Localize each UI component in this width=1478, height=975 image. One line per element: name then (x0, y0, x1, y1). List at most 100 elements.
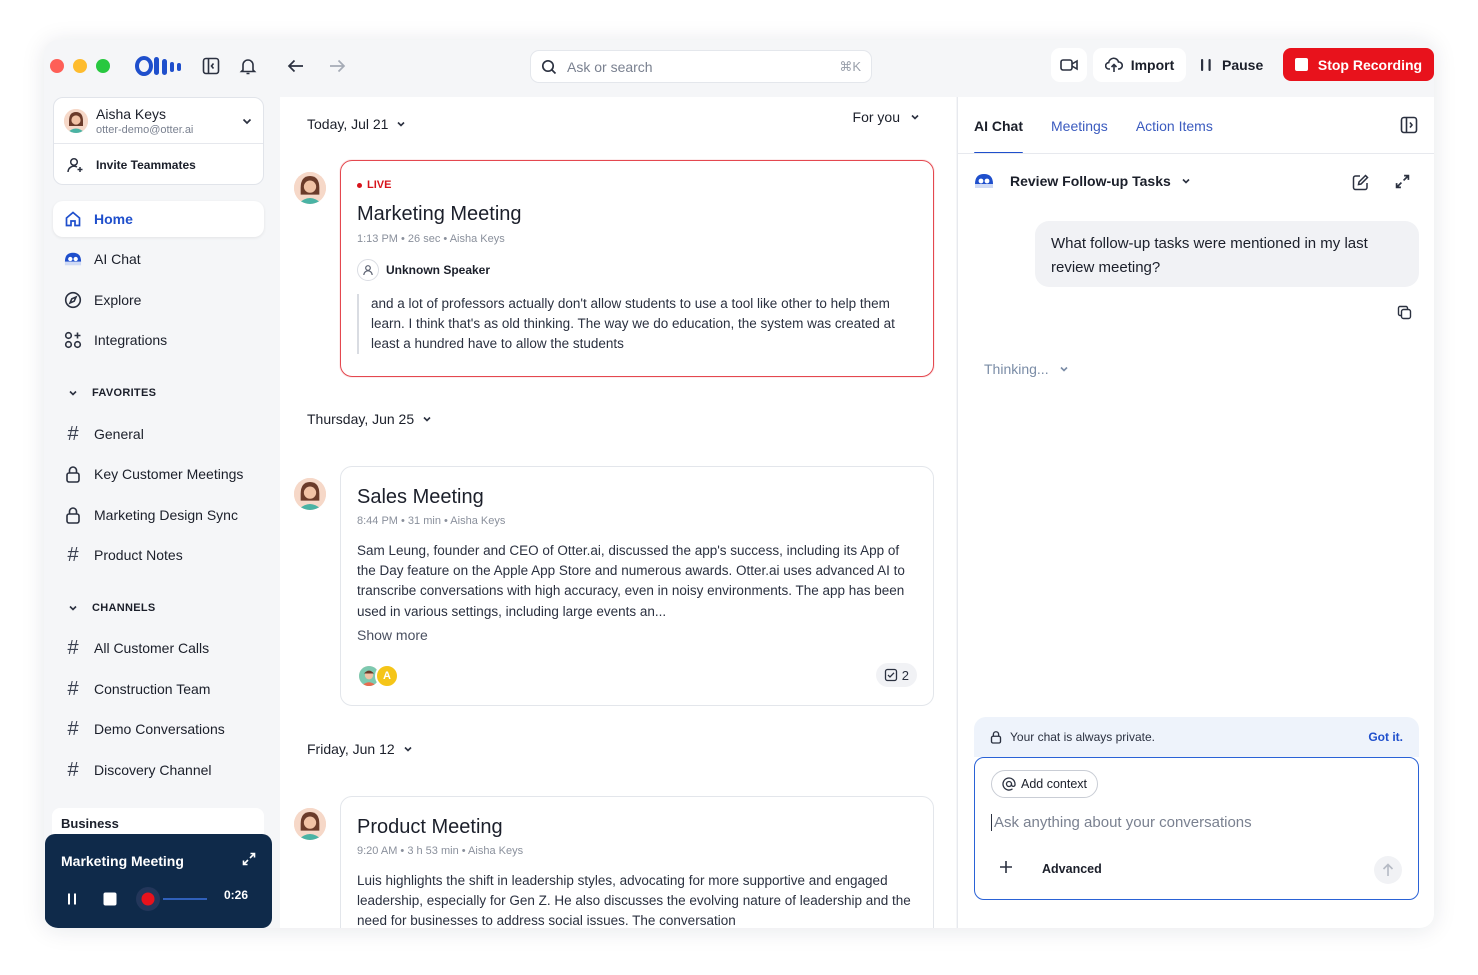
transcript-snippet: and a lot of professors actually don't a… (357, 294, 917, 354)
date-group-toggle[interactable]: Today, Jul 21 (307, 116, 406, 132)
search-input[interactable] (567, 58, 830, 75)
add-user-icon (66, 156, 84, 174)
sidebar-item-label: Explore (94, 292, 142, 308)
sidebar-item-label: Key Customer Meetings (94, 466, 244, 482)
chevron-down-icon (68, 603, 78, 613)
sidebar-item-general[interactable]: # General (53, 416, 264, 452)
meeting-meta: 1:13 PM • 26 sec • Aisha Keys (357, 233, 505, 245)
sidebar-item-construction-team[interactable]: # Construction Team (53, 671, 264, 707)
meeting-summary: Luis highlights the shift in leadership … (357, 873, 911, 928)
sidebar-item-ai-chat[interactable]: AI Chat (53, 241, 264, 277)
advanced-button[interactable]: Advanced (1042, 862, 1102, 876)
import-button[interactable]: Import (1093, 48, 1186, 82)
tab-action-items[interactable]: Action Items (1136, 97, 1213, 154)
sidebar-item-explore[interactable]: Explore (53, 282, 264, 318)
sidebar-item-all-customer-calls[interactable]: # All Customer Calls (53, 630, 264, 666)
mini-player[interactable]: Marketing Meeting 0:26 (45, 834, 272, 928)
hash-icon: # (67, 677, 79, 700)
search-icon (541, 59, 557, 75)
otter-ai-icon (974, 172, 994, 190)
app-window: ⌘K Import Pause Stop Recording Aisha Key… (44, 40, 1434, 928)
avatar (64, 108, 88, 133)
speaker-label: Unknown Speaker (357, 259, 490, 281)
chat-input[interactable] (991, 814, 1401, 831)
sidebar-item-label: Construction Team (94, 681, 211, 697)
collapse-panel-icon[interactable] (1400, 116, 1418, 134)
panel-tabs: AI Chat Meetings Action Items (974, 97, 1213, 154)
chevron-down-icon (910, 112, 920, 122)
otter-logo[interactable] (135, 55, 183, 77)
date-heading: Thursday, Jun 25 (307, 411, 415, 427)
plus-icon[interactable] (999, 860, 1013, 874)
sidebar-item-integrations[interactable]: Integrations (53, 322, 264, 358)
chevron-down-icon (1059, 364, 1069, 374)
hash-icon: # (67, 543, 79, 566)
meeting-title: Sales Meeting (357, 486, 484, 508)
close-window-button[interactable] (50, 59, 64, 73)
stop-recording-button[interactable]: Stop Recording (1283, 48, 1434, 81)
back-arrow-icon[interactable] (283, 53, 309, 79)
sidebar-item-marketing-design-sync[interactable]: Marketing Design Sync (53, 497, 264, 533)
meeting-meta: 9:20 AM • 3 h 53 min • Aisha Keys (357, 845, 524, 857)
sidebar-item-label: Product Notes (94, 547, 183, 563)
expand-icon[interactable] (242, 852, 256, 866)
player-title: Marketing Meeting (61, 853, 184, 869)
avatar (294, 478, 326, 510)
favorites-section-toggle[interactable]: FAVORITES (68, 387, 156, 399)
camera-button[interactable] (1051, 48, 1087, 82)
invite-teammates-button[interactable]: Invite Teammates (54, 144, 263, 185)
hash-icon: # (67, 636, 79, 659)
user-message: What follow-up tasks were mentioned in m… (1035, 221, 1419, 287)
sidebar-item-home[interactable]: Home (53, 201, 264, 237)
live-badge: LIVE (357, 179, 391, 191)
video-camera-icon (1060, 58, 1078, 72)
stop-icon (1294, 58, 1308, 71)
channels-section-toggle[interactable]: CHANNELS (68, 602, 156, 614)
sidebar-item-demo-conversations[interactable]: # Demo Conversations (53, 711, 264, 747)
date-group-toggle[interactable]: Friday, Jun 12 (307, 741, 413, 757)
pause-icon[interactable] (67, 893, 77, 905)
hash-icon: # (67, 717, 79, 740)
stop-icon[interactable] (103, 892, 117, 906)
sidebar-toggle-icon[interactable] (198, 53, 224, 79)
maximize-window-button[interactable] (96, 59, 110, 73)
new-chat-icon[interactable] (1352, 174, 1369, 191)
got-it-button[interactable]: Got it. (1368, 730, 1403, 744)
meeting-card[interactable]: Sales Meeting 8:44 PM • 31 min • Aisha K… (340, 466, 934, 706)
search-bar[interactable]: ⌘K (530, 50, 872, 83)
live-label: LIVE (367, 179, 392, 191)
invite-label: Invite Teammates (96, 157, 196, 172)
tab-meetings[interactable]: Meetings (1051, 97, 1108, 154)
bell-icon[interactable] (235, 53, 261, 79)
user-card: Aisha Keys otter-demo@otter.ai Invite Te… (53, 97, 264, 185)
chat-thread-selector[interactable]: Review Follow-up Tasks (974, 172, 1191, 190)
meeting-title: Product Meeting (357, 816, 503, 838)
channels-heading: CHANNELS (92, 602, 156, 614)
feed-filter-dropdown[interactable]: For you (853, 109, 920, 125)
thinking-label: Thinking... (984, 361, 1049, 377)
forward-arrow-icon[interactable] (324, 53, 350, 79)
chat-composer: Add context Advanced (974, 757, 1419, 900)
meeting-card[interactable]: Product Meeting 9:20 AM • 3 h 53 min • A… (340, 796, 934, 928)
thinking-toggle[interactable]: Thinking... (984, 361, 1069, 377)
tab-ai-chat[interactable]: AI Chat (974, 97, 1023, 154)
date-group-toggle[interactable]: Thursday, Jun 25 (307, 411, 432, 427)
show-more-link[interactable]: Show more (357, 627, 428, 643)
player-time: 0:26 (223, 888, 248, 902)
sidebar-item-product-notes[interactable]: # Product Notes (53, 537, 264, 573)
sidebar-item-key-customer-meetings[interactable]: Key Customer Meetings (53, 456, 264, 492)
account-switcher[interactable]: Aisha Keys otter-demo@otter.ai (54, 98, 263, 144)
copy-icon[interactable] (1397, 305, 1412, 320)
add-context-button[interactable]: Add context (991, 770, 1099, 798)
avatar (294, 808, 326, 840)
arrow-up-icon (1382, 863, 1394, 877)
minimize-window-button[interactable] (73, 59, 87, 73)
apps-icon (64, 331, 82, 349)
meeting-card-live[interactable]: LIVE Marketing Meeting 1:13 PM • 26 sec … (340, 160, 934, 377)
participant-avatars: A (357, 664, 399, 688)
action-items-badge[interactable]: 2 (875, 663, 917, 687)
pause-button[interactable]: Pause (1200, 48, 1263, 82)
send-button[interactable] (1374, 856, 1402, 884)
sidebar-item-discovery-channel[interactable]: # Discovery Channel (53, 752, 264, 788)
expand-icon[interactable] (1395, 174, 1410, 189)
